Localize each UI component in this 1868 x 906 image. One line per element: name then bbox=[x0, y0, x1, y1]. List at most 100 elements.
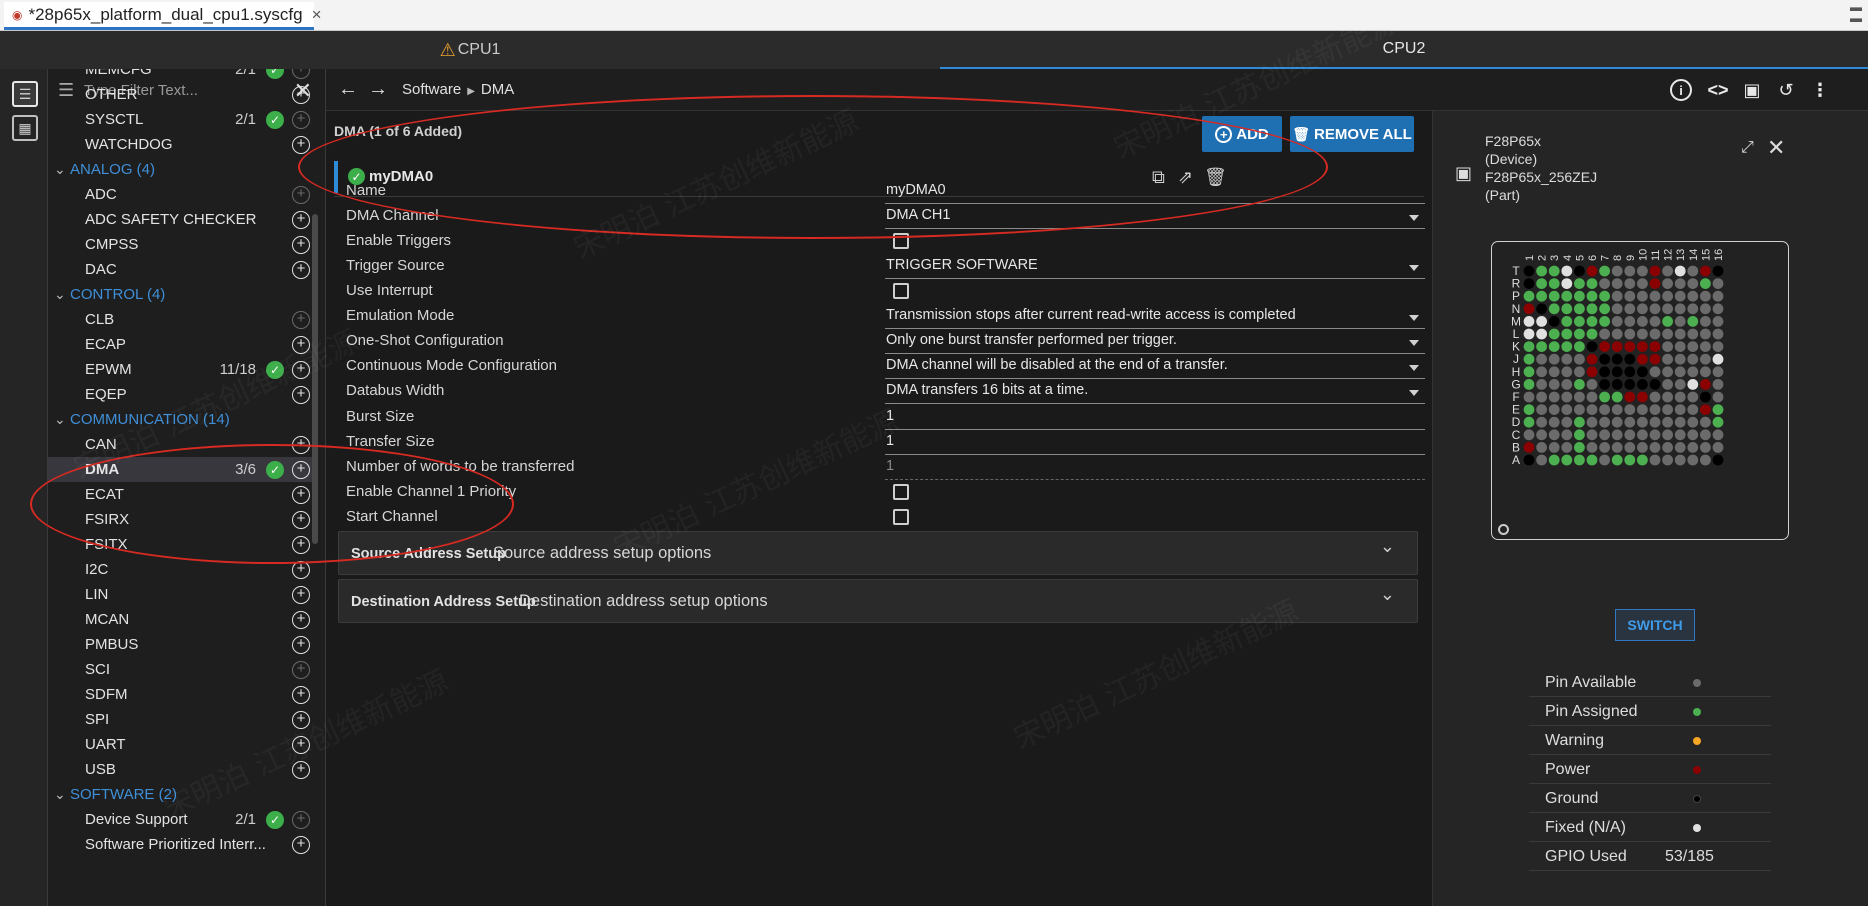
pin-J13[interactable] bbox=[1674, 353, 1686, 365]
pin-B7[interactable] bbox=[1599, 442, 1610, 453]
expand-icon[interactable]: ⤢ bbox=[1741, 139, 1754, 157]
add-module-icon[interactable]: + bbox=[292, 736, 310, 754]
pin-E2[interactable] bbox=[1536, 404, 1547, 415]
module-item[interactable]: SYSCTL 2/1 ✓ + bbox=[48, 107, 318, 132]
pin-K10[interactable] bbox=[1637, 341, 1648, 352]
switch-button[interactable]: SWITCH bbox=[1615, 609, 1695, 641]
pin-P13[interactable] bbox=[1674, 290, 1686, 302]
pin-T7[interactable] bbox=[1599, 265, 1610, 277]
pin-D14[interactable] bbox=[1687, 416, 1699, 428]
pin-J10[interactable] bbox=[1637, 353, 1648, 365]
pin-R8[interactable] bbox=[1611, 278, 1623, 289]
pin-B10[interactable] bbox=[1637, 442, 1648, 453]
pin-T1[interactable] bbox=[1523, 265, 1535, 277]
pin-J1[interactable] bbox=[1523, 353, 1535, 365]
pin-G13[interactable] bbox=[1674, 379, 1686, 390]
field-select[interactable]: Only one burst transfer performed per tr… bbox=[885, 332, 1425, 354]
module-item[interactable]: OTHER + bbox=[48, 82, 318, 107]
pin-B5[interactable] bbox=[1574, 442, 1585, 453]
pin-G4[interactable] bbox=[1561, 379, 1573, 390]
pin-G2[interactable] bbox=[1536, 379, 1547, 390]
add-module-icon[interactable]: + bbox=[292, 461, 310, 479]
pin-M1[interactable] bbox=[1523, 316, 1535, 327]
pin-M16[interactable] bbox=[1712, 316, 1724, 327]
module-item[interactable]: FSIRX + bbox=[48, 507, 318, 532]
add-module-icon[interactable]: + bbox=[292, 686, 310, 704]
pin-J5[interactable] bbox=[1574, 353, 1585, 365]
pin-N9[interactable] bbox=[1624, 303, 1636, 315]
pin-N11[interactable] bbox=[1649, 303, 1661, 315]
add-module-icon[interactable]: + bbox=[292, 436, 310, 454]
pin-F11[interactable] bbox=[1649, 391, 1661, 403]
field-input[interactable]: 1 bbox=[885, 408, 1425, 430]
pin-G10[interactable] bbox=[1637, 379, 1648, 390]
pin-H6[interactable] bbox=[1586, 366, 1598, 378]
pin-G8[interactable] bbox=[1611, 379, 1623, 390]
pin-F3[interactable] bbox=[1548, 391, 1560, 403]
pin-E6[interactable] bbox=[1586, 404, 1598, 415]
pin-R3[interactable] bbox=[1548, 278, 1560, 289]
pin-H9[interactable] bbox=[1624, 366, 1636, 378]
pin-R1[interactable] bbox=[1523, 278, 1535, 289]
pin-P2[interactable] bbox=[1536, 290, 1547, 302]
pin-B8[interactable] bbox=[1611, 442, 1623, 453]
pin-K8[interactable] bbox=[1611, 341, 1623, 352]
pin-N12[interactable] bbox=[1662, 303, 1673, 315]
pin-C9[interactable] bbox=[1624, 429, 1636, 441]
module-item[interactable]: WATCHDOG + bbox=[48, 132, 318, 157]
pin-C13[interactable] bbox=[1674, 429, 1686, 441]
tab-cpu1[interactable]: ⚠ CPU1 bbox=[0, 31, 940, 69]
pin-F15[interactable] bbox=[1700, 391, 1711, 403]
pin-L11[interactable] bbox=[1649, 328, 1661, 340]
pin-M3[interactable] bbox=[1548, 316, 1560, 327]
module-item[interactable]: SDFM + bbox=[48, 682, 318, 707]
pin-J11[interactable] bbox=[1649, 353, 1661, 365]
pin-L15[interactable] bbox=[1700, 328, 1711, 340]
pin-H1[interactable] bbox=[1523, 366, 1535, 378]
pin-P14[interactable] bbox=[1687, 290, 1699, 302]
device-view-icon[interactable]: ▣ bbox=[1740, 78, 1764, 102]
pin-D4[interactable] bbox=[1561, 416, 1573, 428]
add-module-icon[interactable]: + bbox=[292, 511, 310, 529]
pin-C8[interactable] bbox=[1611, 429, 1623, 441]
pin-G16[interactable] bbox=[1712, 379, 1724, 390]
pin-F13[interactable] bbox=[1674, 391, 1686, 403]
add-module-icon[interactable]: + bbox=[292, 311, 310, 329]
pin-H14[interactable] bbox=[1687, 366, 1699, 378]
module-item[interactable]: ECAP + bbox=[48, 332, 318, 357]
module-item[interactable]: UART + bbox=[48, 732, 318, 757]
category-header[interactable]: ⌄ COMMUNICATION (14) bbox=[48, 407, 318, 432]
pin-B4[interactable] bbox=[1561, 442, 1573, 453]
remove-all-button[interactable]: 🗑 REMOVE ALL bbox=[1290, 116, 1414, 152]
pin-M12[interactable] bbox=[1662, 316, 1673, 327]
module-item[interactable]: CLB + bbox=[48, 307, 318, 332]
pin-T8[interactable] bbox=[1611, 265, 1623, 277]
pin-N14[interactable] bbox=[1687, 303, 1699, 315]
pin-H4[interactable] bbox=[1561, 366, 1573, 378]
module-item[interactable]: SPI + bbox=[48, 707, 318, 732]
modules-view-icon[interactable]: ☰ bbox=[12, 81, 38, 107]
pin-L16[interactable] bbox=[1712, 328, 1724, 340]
pin-J7[interactable] bbox=[1599, 353, 1610, 365]
pin-B6[interactable] bbox=[1586, 442, 1598, 453]
pin-F10[interactable] bbox=[1637, 391, 1648, 403]
pin-A4[interactable] bbox=[1561, 454, 1573, 466]
pin-J2[interactable] bbox=[1536, 353, 1547, 365]
pin-M5[interactable] bbox=[1574, 316, 1585, 327]
pin-C10[interactable] bbox=[1637, 429, 1648, 441]
pin-L1[interactable] bbox=[1523, 328, 1535, 340]
tab-cpu2[interactable]: CPU2 bbox=[940, 31, 1868, 69]
pin-P6[interactable] bbox=[1586, 290, 1598, 302]
pin-B14[interactable] bbox=[1687, 442, 1699, 453]
pin-T3[interactable] bbox=[1548, 265, 1560, 277]
pin-F12[interactable] bbox=[1662, 391, 1673, 403]
pin-D7[interactable] bbox=[1599, 416, 1610, 428]
add-module-icon[interactable]: + bbox=[292, 636, 310, 654]
category-header[interactable]: ⌄ CONTROL (4) bbox=[48, 282, 318, 307]
forward-arrow-icon[interactable]: → bbox=[368, 78, 388, 101]
pin-A2[interactable] bbox=[1536, 454, 1547, 466]
pin-H2[interactable] bbox=[1536, 366, 1547, 378]
pin-A5[interactable] bbox=[1574, 454, 1585, 466]
pin-F2[interactable] bbox=[1536, 391, 1547, 403]
pin-R13[interactable] bbox=[1674, 278, 1686, 289]
